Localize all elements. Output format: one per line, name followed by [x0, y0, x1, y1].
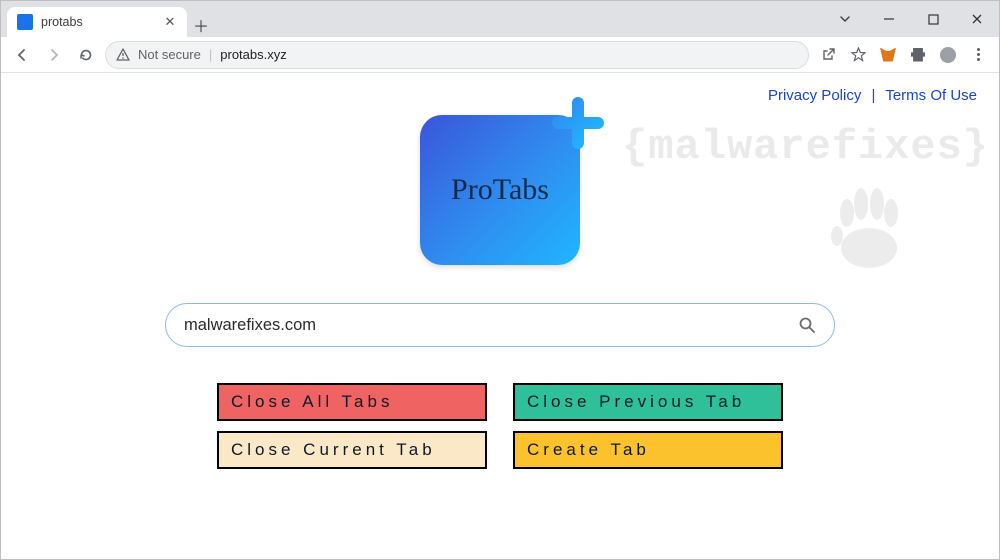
search-icon[interactable]: [798, 316, 816, 334]
maximize-button[interactable]: [911, 1, 955, 37]
close-all-tabs-button[interactable]: Close All Tabs: [217, 383, 487, 421]
new-tab-button[interactable]: ＋: [187, 13, 215, 37]
terms-link[interactable]: Terms Of Use: [885, 87, 977, 104]
extensions-icon[interactable]: [909, 46, 927, 64]
search-bar[interactable]: [165, 303, 835, 347]
metamask-icon[interactable]: [879, 46, 897, 64]
favicon-icon: [17, 14, 33, 30]
close-window-button[interactable]: [955, 1, 999, 37]
minimize-button[interactable]: [867, 1, 911, 37]
privacy-link[interactable]: Privacy Policy: [768, 87, 861, 104]
profile-avatar-icon[interactable]: [939, 46, 957, 64]
menu-kebab-icon[interactable]: [969, 46, 987, 64]
url-text: protabs.xyz: [220, 47, 286, 62]
close-previous-tab-button[interactable]: Close Previous Tab: [513, 383, 783, 421]
tab-title: protabs: [41, 15, 155, 29]
create-tab-button[interactable]: Create Tab: [513, 431, 783, 469]
button-label: Close All Tabs: [231, 392, 393, 412]
tab-action-buttons: Close All Tabs Close Previous Tab Close …: [210, 383, 790, 469]
page-content: {malwarefixes} Privacy Policy | Terms Of…: [1, 73, 999, 559]
button-label: Close Current Tab: [231, 440, 436, 460]
tab-search-button[interactable]: [823, 1, 867, 37]
omnibox-separator: |: [209, 47, 212, 62]
links-divider: |: [872, 87, 876, 104]
not-secure-icon: [116, 48, 130, 62]
protabs-logo: ProTabs: [420, 115, 580, 265]
logo-text: ProTabs: [451, 173, 549, 207]
bookmark-icon[interactable]: [849, 46, 867, 64]
reload-button[interactable]: [73, 42, 99, 68]
button-label: Close Previous Tab: [527, 392, 745, 412]
close-tab-icon[interactable]: ✕: [163, 15, 177, 29]
security-label: Not secure: [138, 47, 201, 62]
titlebar: protabs ✕ ＋: [1, 1, 999, 37]
window-controls: [823, 1, 999, 37]
titlebar-spacer: [215, 1, 823, 37]
close-current-tab-button[interactable]: Close Current Tab: [217, 431, 487, 469]
center-column: ProTabs Close All Tabs Close Previous Ta…: [1, 73, 999, 469]
top-links: Privacy Policy | Terms Of Use: [768, 87, 977, 104]
browser-window: protabs ✕ ＋: [0, 0, 1000, 560]
browser-tab[interactable]: protabs ✕: [7, 7, 187, 37]
share-icon[interactable]: [819, 46, 837, 64]
omnibox[interactable]: Not secure | protabs.xyz: [105, 41, 809, 69]
tabstrip: protabs ✕ ＋: [1, 1, 215, 37]
button-label: Create Tab: [527, 440, 650, 460]
search-input[interactable]: [184, 316, 798, 335]
toolbar-actions: [815, 46, 991, 64]
forward-button[interactable]: [41, 42, 67, 68]
back-button[interactable]: [9, 42, 35, 68]
plus-icon: [552, 97, 604, 149]
toolbar: Not secure | protabs.xyz: [1, 37, 999, 73]
